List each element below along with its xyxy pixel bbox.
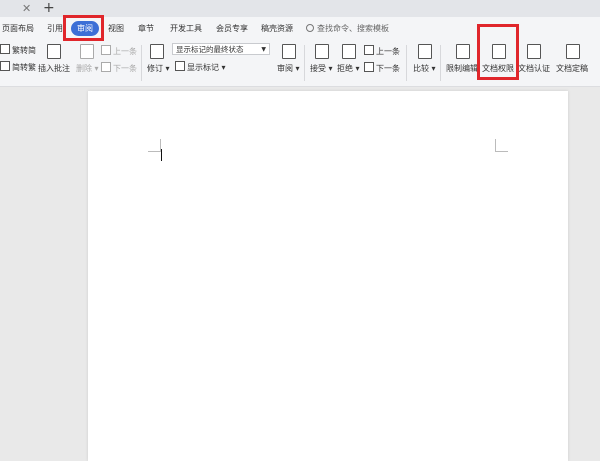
doc-finalize-icon[interactable]	[566, 44, 580, 59]
trad-to-simplified-label: 繁转简	[12, 46, 36, 55]
restrict-edit-button[interactable]: 限制编辑	[446, 63, 478, 74]
ribbon-divider	[304, 45, 305, 81]
prev-change-button[interactable]: 上一条	[364, 45, 400, 57]
compare-button[interactable]: 比较 ▾	[413, 63, 436, 74]
menu-member[interactable]: 会员专享	[216, 23, 248, 34]
prev-icon	[364, 45, 374, 55]
review-tab-highlight	[63, 15, 104, 41]
doc-permission-highlight	[477, 24, 519, 80]
margin-corner-mark	[495, 139, 508, 152]
simplified-to-trad-button[interactable]: 简转繁	[0, 61, 36, 73]
restrict-edit-icon[interactable]	[456, 44, 470, 59]
command-search[interactable]: 查找命令、搜索模板	[306, 23, 389, 34]
ribbon-divider	[406, 45, 407, 81]
accept-button[interactable]: 接受 ▾	[310, 63, 333, 74]
ribbon-divider	[141, 45, 142, 81]
next-comment-button[interactable]: 下一条	[101, 62, 137, 74]
next-icon	[101, 62, 111, 72]
new-tab-icon[interactable]: +	[43, 0, 55, 16]
compare-label: 比较	[413, 64, 429, 73]
markup-display-value: 显示标记的最终状态	[176, 45, 244, 54]
doc-cert-button[interactable]: 文档认证	[518, 63, 550, 74]
markup-display-select[interactable]: 显示标记的最终状态 ▼	[172, 43, 270, 55]
convert-icon	[0, 61, 10, 71]
doc-cert-icon[interactable]	[527, 44, 541, 59]
trad-to-simplified-button[interactable]: 繁转简	[0, 44, 36, 56]
margin-corner-mark	[148, 139, 161, 152]
reject-icon[interactable]	[342, 44, 356, 59]
prev-comment-label: 上一条	[113, 47, 137, 56]
next-change-label: 下一条	[376, 64, 400, 73]
next-icon	[364, 62, 374, 72]
insert-comment-button[interactable]: 插入批注	[38, 63, 70, 74]
next-change-button[interactable]: 下一条	[364, 62, 400, 74]
command-search-placeholder: 查找命令、搜索模板	[317, 24, 389, 33]
review-button[interactable]: 审阅 ▾	[277, 63, 300, 74]
show-markup-button[interactable]: 显示标记 ▾	[175, 61, 226, 73]
document-page[interactable]	[88, 91, 568, 461]
next-comment-label: 下一条	[113, 64, 137, 73]
comment-icon[interactable]	[47, 44, 61, 59]
menu-section[interactable]: 章节	[138, 23, 154, 34]
simplified-to-trad-label: 简转繁	[12, 63, 36, 72]
convert-icon	[0, 44, 10, 54]
prev-comment-button[interactable]: 上一条	[101, 45, 137, 57]
accept-label: 接受	[310, 64, 326, 73]
menu-page-layout[interactable]: 页面布局	[2, 23, 34, 34]
accept-icon[interactable]	[315, 44, 329, 59]
prev-icon	[101, 45, 111, 55]
close-tab-icon[interactable]: ✕	[22, 2, 31, 15]
delete-comment-button[interactable]: 删除 ▾	[76, 63, 99, 74]
show-markup-label: 显示标记	[187, 63, 219, 72]
revise-button[interactable]: 修订 ▾	[147, 63, 170, 74]
menu-references[interactable]: 引用	[47, 23, 63, 34]
delete-comment-icon	[80, 44, 94, 59]
markup-icon	[175, 61, 185, 71]
revise-label: 修订	[147, 64, 163, 73]
ribbon-divider	[440, 45, 441, 81]
menu-developer-tools[interactable]: 开发工具	[170, 23, 202, 34]
reject-label: 拒绝	[337, 64, 353, 73]
menu-view[interactable]: 视图	[108, 23, 124, 34]
menu-resources[interactable]: 稿壳资源	[261, 23, 293, 34]
delete-comment-label: 删除	[76, 64, 92, 73]
review-icon[interactable]	[282, 44, 296, 59]
compare-icon[interactable]	[418, 44, 432, 59]
prev-change-label: 上一条	[376, 47, 400, 56]
text-cursor	[161, 149, 162, 161]
chevron-down-icon: ▼	[261, 46, 266, 53]
reject-button[interactable]: 拒绝 ▾	[337, 63, 360, 74]
search-icon	[306, 24, 314, 32]
review-label: 审阅	[277, 64, 293, 73]
revise-icon[interactable]	[150, 44, 164, 59]
doc-finalize-button[interactable]: 文档定稿	[556, 63, 588, 74]
